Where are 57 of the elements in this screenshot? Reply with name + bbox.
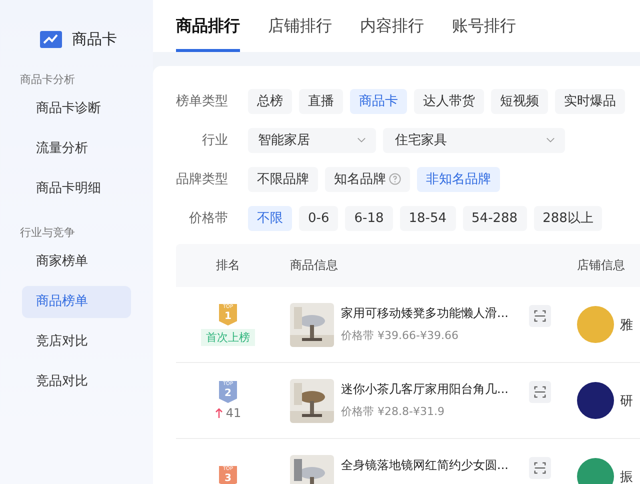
chevron-down-icon — [357, 137, 366, 143]
dropdown[interactable]: 住宅家具 — [383, 128, 565, 152]
filter-chip[interactable]: 非知名品牌 — [417, 166, 500, 192]
scan-button[interactable] — [529, 380, 551, 402]
price-range: 价格带 ¥39.66-¥39.66 — [341, 328, 460, 342]
store-name[interactable]: 研 — [620, 392, 633, 410]
column-header: 店铺信息 — [576, 257, 625, 274]
scan-icon — [534, 386, 546, 398]
store-name[interactable]: 振 — [620, 468, 633, 484]
app-title: 商品卡 — [72, 30, 117, 48]
product-title[interactable]: 家用可移动矮凳多功能懒人滑... — [341, 304, 522, 322]
tab[interactable]: 账号排行 — [452, 0, 516, 52]
group-label: 行业与竞争 — [19, 225, 76, 238]
chevron-down-icon — [546, 137, 555, 143]
filter-label: 价格带 — [188, 210, 228, 227]
filter-chip[interactable]: 54-288 — [462, 206, 527, 230]
price-range: 价格带 ¥28.8-¥31.9 — [341, 404, 446, 418]
sidebar-item[interactable]: 商品卡诊断 — [22, 93, 131, 125]
filter-chip[interactable]: 0-6 — [299, 206, 338, 230]
sidebar-item[interactable]: 商家榜单 — [22, 246, 131, 278]
column-header: 排名 — [215, 257, 241, 274]
filter-label: 品牌类型 — [176, 171, 228, 188]
scan-icon — [534, 462, 546, 474]
filter-chip[interactable]: 288以上 — [534, 206, 602, 230]
dropdown[interactable]: 智能家居 — [248, 128, 376, 152]
filter-chip[interactable]: 商品卡 — [350, 88, 407, 114]
filter-chip[interactable]: 6-18 — [345, 206, 393, 230]
scan-button[interactable] — [529, 304, 551, 326]
tab[interactable]: 内容排行 — [360, 0, 424, 52]
scan-icon — [534, 310, 546, 322]
rank-change: 41 — [226, 406, 242, 420]
filter-chip[interactable]: 不限品牌 — [248, 166, 318, 192]
filter-chip[interactable]: 短视频 — [491, 88, 548, 114]
filter-chip[interactable]: 总榜 — [248, 88, 292, 114]
new-entry-tag: 首次上榜 — [201, 328, 255, 346]
filter-chip[interactable]: 知名品牌 — [325, 166, 410, 192]
column-header: 商品信息 — [289, 257, 339, 274]
sidebar-item[interactable]: 商品榜单 — [22, 286, 131, 318]
filter-label: 榜单类型 — [176, 93, 228, 110]
filter-chip[interactable]: 不限 — [248, 206, 292, 230]
chart-logo-icon — [40, 29, 64, 49]
product-title[interactable]: 全身镜落地镜网红简约少女圆... — [341, 456, 522, 474]
store-name[interactable]: 雅 — [620, 316, 633, 334]
filter-chip[interactable]: 直播 — [299, 88, 343, 114]
scan-button[interactable] — [529, 456, 551, 478]
sidebar-item[interactable]: 竞店对比 — [22, 326, 131, 358]
filter-chip[interactable]: 达人带货 — [414, 88, 484, 114]
filter-chip[interactable]: 实时爆品 — [555, 88, 625, 114]
tab[interactable]: 店铺排行 — [268, 0, 332, 52]
tab[interactable]: 商品排行 — [176, 0, 240, 52]
group-label: 商品卡分析 — [19, 72, 76, 85]
sidebar-item[interactable]: 竞品对比 — [22, 366, 131, 398]
filter-chip[interactable]: 18-54 — [400, 206, 456, 230]
filter-label: 行业 — [201, 132, 228, 149]
sidebar-item[interactable]: 商品卡明细 — [22, 173, 131, 205]
sidebar-item[interactable]: 流量分析 — [22, 133, 131, 165]
product-title[interactable]: 迷你小茶几客厅家用阳台角几... — [341, 380, 522, 398]
